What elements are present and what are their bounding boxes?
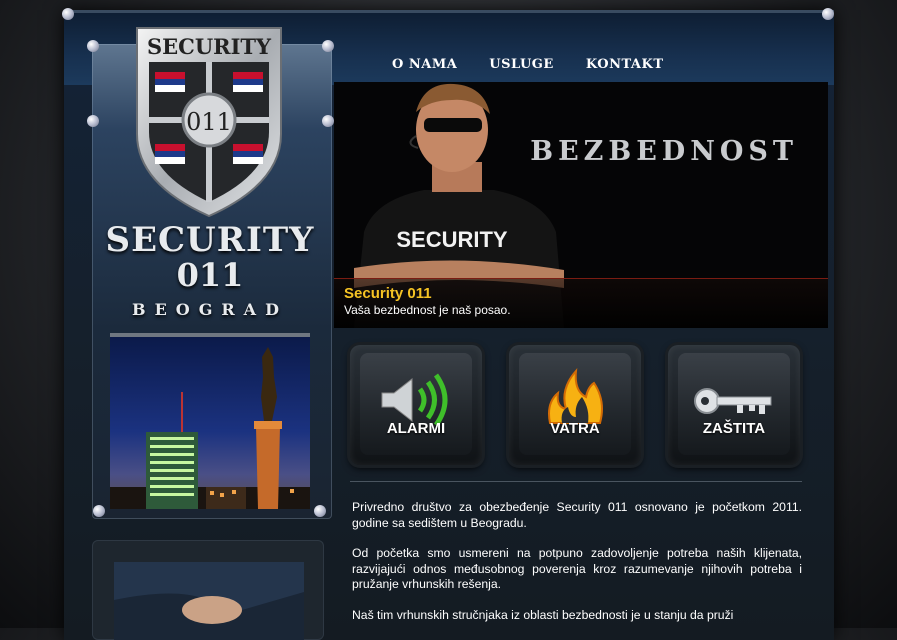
tile-face: ZAŠTITA — [678, 353, 790, 455]
panel-pin-icon — [322, 40, 334, 52]
tile-face: VATRA — [519, 353, 631, 455]
service-tile-vatra[interactable]: VATRA — [509, 345, 641, 465]
main-nav: O NAMA USLUGE KONTAKT — [392, 57, 664, 72]
service-label: VATRA — [550, 420, 600, 437]
hero-caption-title: Security 011 — [344, 285, 432, 302]
service-tile-zastita[interactable]: ZAŠTITA — [668, 345, 800, 465]
frame-pin-icon — [822, 8, 834, 20]
hero-banner: SECURITY BEZBEDNOST Security 011 Vaša be… — [334, 82, 828, 328]
panel-pin-icon — [314, 505, 326, 517]
panel-pin-icon — [322, 115, 334, 127]
nav-item-o-nama[interactable]: O NAMA — [392, 57, 457, 72]
speaker-alarm-icon — [381, 373, 448, 427]
hero-headline: BEZBEDNOST — [530, 136, 798, 167]
shield-number-text: 011 — [186, 108, 232, 136]
service-tile-alarmi[interactable]: ALARMI — [350, 345, 482, 465]
frame-pin-icon — [62, 8, 74, 20]
panel-pin-icon — [87, 40, 99, 52]
nav-item-kontakt[interactable]: KONTAKT — [586, 57, 664, 72]
shield-top-text: SECURITY — [147, 34, 272, 59]
intro-text: Privredno društvo za obezbeđenje Securit… — [352, 500, 802, 638]
nav-item-usluge[interactable]: USLUGE — [489, 57, 554, 72]
brand-line2: 011 — [176, 256, 244, 294]
intro-paragraph: Od početka smo usmereni na potpuno zadov… — [352, 546, 802, 591]
hero-caption-text: Vaša bezbednost je naš posao. — [344, 303, 511, 317]
fire-icon — [548, 368, 603, 424]
brand-title[interactable]: SECURITY 011 BEOGRAD — [95, 222, 325, 319]
intro-paragraph: Privredno društvo za obezbeđenje Securit… — [352, 500, 802, 530]
tile-face: ALARMI — [360, 353, 472, 455]
brand-line3: BEOGRAD — [132, 300, 288, 319]
intro-paragraph: Naš tim vrhunskih stručnjaka iz oblasti … — [352, 607, 734, 622]
shirt-text: SECURITY — [396, 227, 508, 252]
brand-line1: SECURITY — [105, 220, 315, 260]
content-divider — [350, 481, 802, 482]
hero-caption: Security 011 Vaša bezbednost je naš posa… — [334, 278, 828, 328]
handshake-photo — [92, 540, 324, 640]
panel-pin-icon — [87, 115, 99, 127]
key-icon — [694, 388, 772, 414]
service-label: ZAŠTITA — [702, 420, 766, 437]
service-label: ALARMI — [386, 420, 446, 437]
panel-pin-icon — [93, 505, 105, 517]
belgrade-night-photo — [110, 333, 310, 509]
shield-logo-icon[interactable]: SECURITY 011 — [133, 24, 285, 220]
